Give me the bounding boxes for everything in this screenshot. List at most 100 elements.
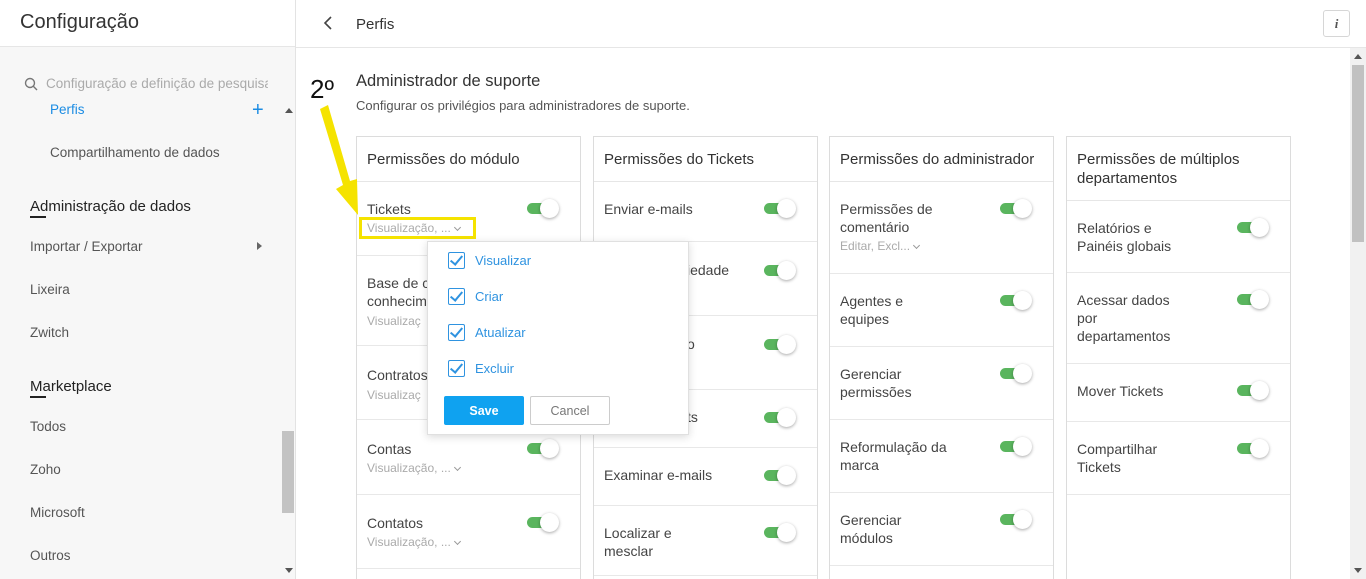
row-sub-dropdown[interactable]: Visualização, ... [367,535,461,549]
toggle-switch[interactable] [764,335,796,354]
sidebar-item-todos[interactable]: Todos [30,419,66,434]
toggle-switch[interactable] [1000,291,1032,310]
card-title: Permissões do Tickets [594,137,817,182]
toggle-switch[interactable] [1237,290,1269,309]
toggle-switch[interactable] [764,199,796,218]
scroll-thumb[interactable] [1352,65,1364,242]
chevron-down-icon [453,463,461,472]
scroll-thumb[interactable] [282,431,294,513]
sidebar-item-perfis[interactable]: Perfis [50,102,85,117]
top-bar: Perfis i [296,0,1366,48]
main-scrollbar[interactable] [1350,48,1366,579]
toggle-knob [540,513,559,532]
cancel-button[interactable]: Cancel [530,396,610,425]
scroll-down-icon[interactable] [1354,568,1362,573]
checkbox-checked-icon[interactable] [448,252,465,269]
toggle-switch[interactable] [527,439,559,458]
checkbox-checked-icon[interactable] [448,324,465,341]
toggle-switch[interactable] [764,466,796,485]
row-label: Permissões de [840,201,933,217]
sidebar-scrollbar[interactable] [281,103,296,579]
sidebar-item-zoho[interactable]: Zoho [30,462,61,477]
toggle-switch[interactable] [1237,218,1269,237]
row-sub-dropdown[interactable]: Editar, Excl... [840,239,921,253]
checkbox-checked-icon[interactable] [448,360,465,377]
toggle-switch[interactable] [764,261,796,280]
scroll-down-icon[interactable] [285,568,293,573]
permission-row: Compartilhar Tickets [1067,422,1290,495]
row-sub-text[interactable]: Visualizaç [367,314,421,328]
row-label: Localizar e [604,525,672,541]
permission-row: Gerenciar módulos [830,493,1053,566]
row-label: Mover Tickets [1077,383,1164,399]
sidebar-item-outros[interactable]: Outros [30,548,71,563]
toggle-knob [1250,381,1269,400]
sidebar-item-compartilhamento[interactable]: Compartilhamento de dados [50,145,220,160]
toggle-knob [1013,291,1032,310]
option-label: Visualizar [475,253,532,268]
toggle-knob [1013,364,1032,383]
section-marketplace: Marketplace [30,378,112,398]
row-sub-text[interactable]: Visualizaç [367,388,421,402]
row-label: equipes [840,311,890,327]
toggle-switch[interactable] [1237,439,1269,458]
toggle-knob [1013,199,1032,218]
permission-row: Acessar dados por departamentos [1067,273,1290,364]
search-input[interactable] [46,76,268,91]
sidebar-item-lixeira[interactable]: Lixeira [30,282,70,297]
permission-row: Reformulação da marca [830,420,1053,493]
card-title: Permissões do módulo [357,137,580,182]
toggle-switch[interactable] [527,199,559,218]
row-label: Tickets [367,201,411,217]
search-icon [24,77,38,90]
row-label: departamentos [1077,328,1171,344]
row-label: Gerenciar [840,366,902,382]
toggle-knob [1250,218,1269,237]
option-criar[interactable]: Criar [448,288,503,305]
sidebar-item-import-export[interactable]: Importar / Exportar [30,239,143,254]
permission-row: Gerenciar permissões [830,347,1053,420]
toggle-switch[interactable] [1000,437,1032,456]
toggle-switch[interactable] [1000,199,1032,218]
option-label: Atualizar [475,325,526,340]
save-button[interactable]: Save [444,396,524,425]
scroll-up-icon[interactable] [1354,54,1362,59]
toggle-knob [1013,437,1032,456]
app-root: Configuração Perfis + Compartilhamento d… [0,0,1366,579]
option-excluir[interactable]: Excluir [448,360,514,377]
row-label: conhecim [367,293,427,309]
toggle-switch[interactable] [1237,381,1269,400]
row-sub-text: Visualização, ... [367,461,451,475]
row-sub-dropdown[interactable]: Visualização, ... [367,461,461,475]
step-label: 2º [310,74,334,104]
back-arrow-icon[interactable] [322,15,334,31]
permission-row: Mover Tickets [1067,364,1290,422]
checkbox-checked-icon[interactable] [448,288,465,305]
toggle-switch[interactable] [764,408,796,427]
toggle-switch[interactable] [1000,510,1032,529]
scroll-up-icon[interactable] [285,108,293,113]
row-label: Enviar e-mails [604,201,693,217]
row-label: iedade [687,262,730,278]
info-icon[interactable]: i [1323,10,1350,37]
annotation-arrow-icon [320,105,358,215]
add-profile-icon[interactable]: + [252,100,264,120]
row-label: Reformulação da [840,439,947,455]
option-visualizar[interactable]: Visualizar [448,252,531,269]
sidebar-item-microsoft[interactable]: Microsoft [30,505,85,520]
sidebar-item-zwitch[interactable]: Zwitch [30,325,69,340]
toggle-switch[interactable] [764,523,796,542]
toggle-switch[interactable] [1000,364,1032,383]
row-label: Contas [367,441,412,457]
caret-right-icon[interactable] [257,242,262,250]
profile-description: Configurar os privilégios para administr… [356,98,690,113]
permission-row: Agentes e equipes [830,274,1053,347]
toggle-switch[interactable] [527,513,559,532]
option-atualizar[interactable]: Atualizar [448,324,526,341]
toggle-knob [777,261,796,280]
row-label: Painéis globais [1077,238,1172,254]
toggle-knob [540,439,559,458]
row-label: comentário [840,219,910,235]
row-label: Base de c [367,275,430,291]
sidebar-header: Configuração [0,0,295,47]
